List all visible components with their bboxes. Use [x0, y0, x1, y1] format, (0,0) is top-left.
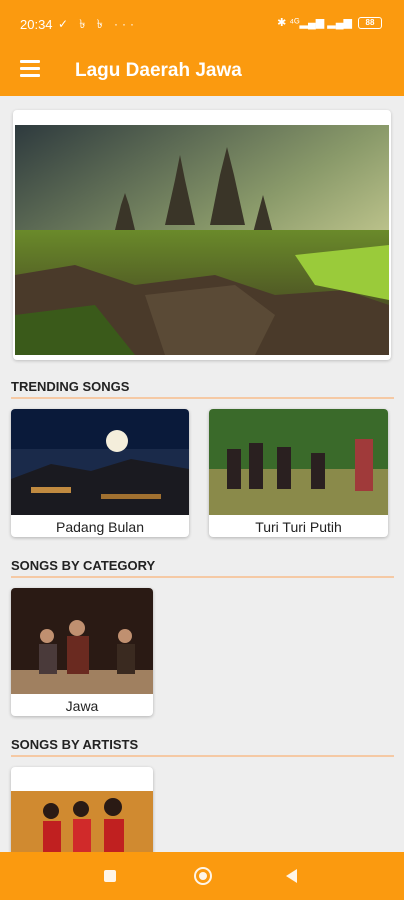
section-divider [11, 576, 394, 578]
app-title: Lagu Daerah Jawa [75, 60, 242, 81]
song-label: Padang Bulan [56, 519, 144, 535]
recent-apps-icon[interactable] [104, 870, 116, 882]
thumbnail-full-moon [11, 409, 189, 515]
status-bar: 20:34 ✓ ৳ ৳ ··· ✱ ⁴ᴳ▂▄▆ ▂▄▆ 88 [0, 0, 404, 48]
song-card-padang-bulan[interactable]: Padang Bulan [11, 409, 189, 537]
banner-card[interactable] [13, 110, 391, 360]
status-time: 20:34 [20, 17, 53, 32]
app-bar: Lagu Daerah Jawa [0, 48, 404, 96]
battery-icon: 88 [358, 16, 382, 29]
signal-icon: ✱ ⁴ᴳ▂▄▆ ▂▄▆ [277, 17, 352, 29]
home-icon[interactable] [194, 867, 212, 885]
notification-icons: ✓ ৳ ৳ ··· [58, 17, 138, 31]
section-divider [11, 397, 394, 399]
section-title-category: SONGS BY CATEGORY [11, 558, 156, 573]
banner-image-temple [15, 125, 389, 355]
artist-card[interactable] [11, 767, 153, 857]
section-title-trending: TRENDING SONGS [11, 379, 130, 394]
thumbnail-dancers [209, 409, 388, 515]
system-icons: ✱ ⁴ᴳ▂▄▆ ▂▄▆ 88 [277, 16, 382, 29]
thumbnail-singers [11, 791, 153, 857]
thumbnail-performers [11, 588, 153, 694]
hamburger-menu-icon[interactable] [20, 60, 40, 78]
back-icon[interactable] [286, 869, 297, 883]
section-title-artists: SONGS BY ARTISTS [11, 737, 139, 752]
category-card-jawa[interactable]: Jawa [11, 588, 153, 716]
navigation-bar [0, 852, 404, 900]
section-divider [11, 755, 394, 757]
song-card-turi-turi-putih[interactable]: Turi Turi Putih [209, 409, 388, 537]
song-label: Turi Turi Putih [255, 519, 342, 535]
category-label: Jawa [65, 698, 99, 714]
